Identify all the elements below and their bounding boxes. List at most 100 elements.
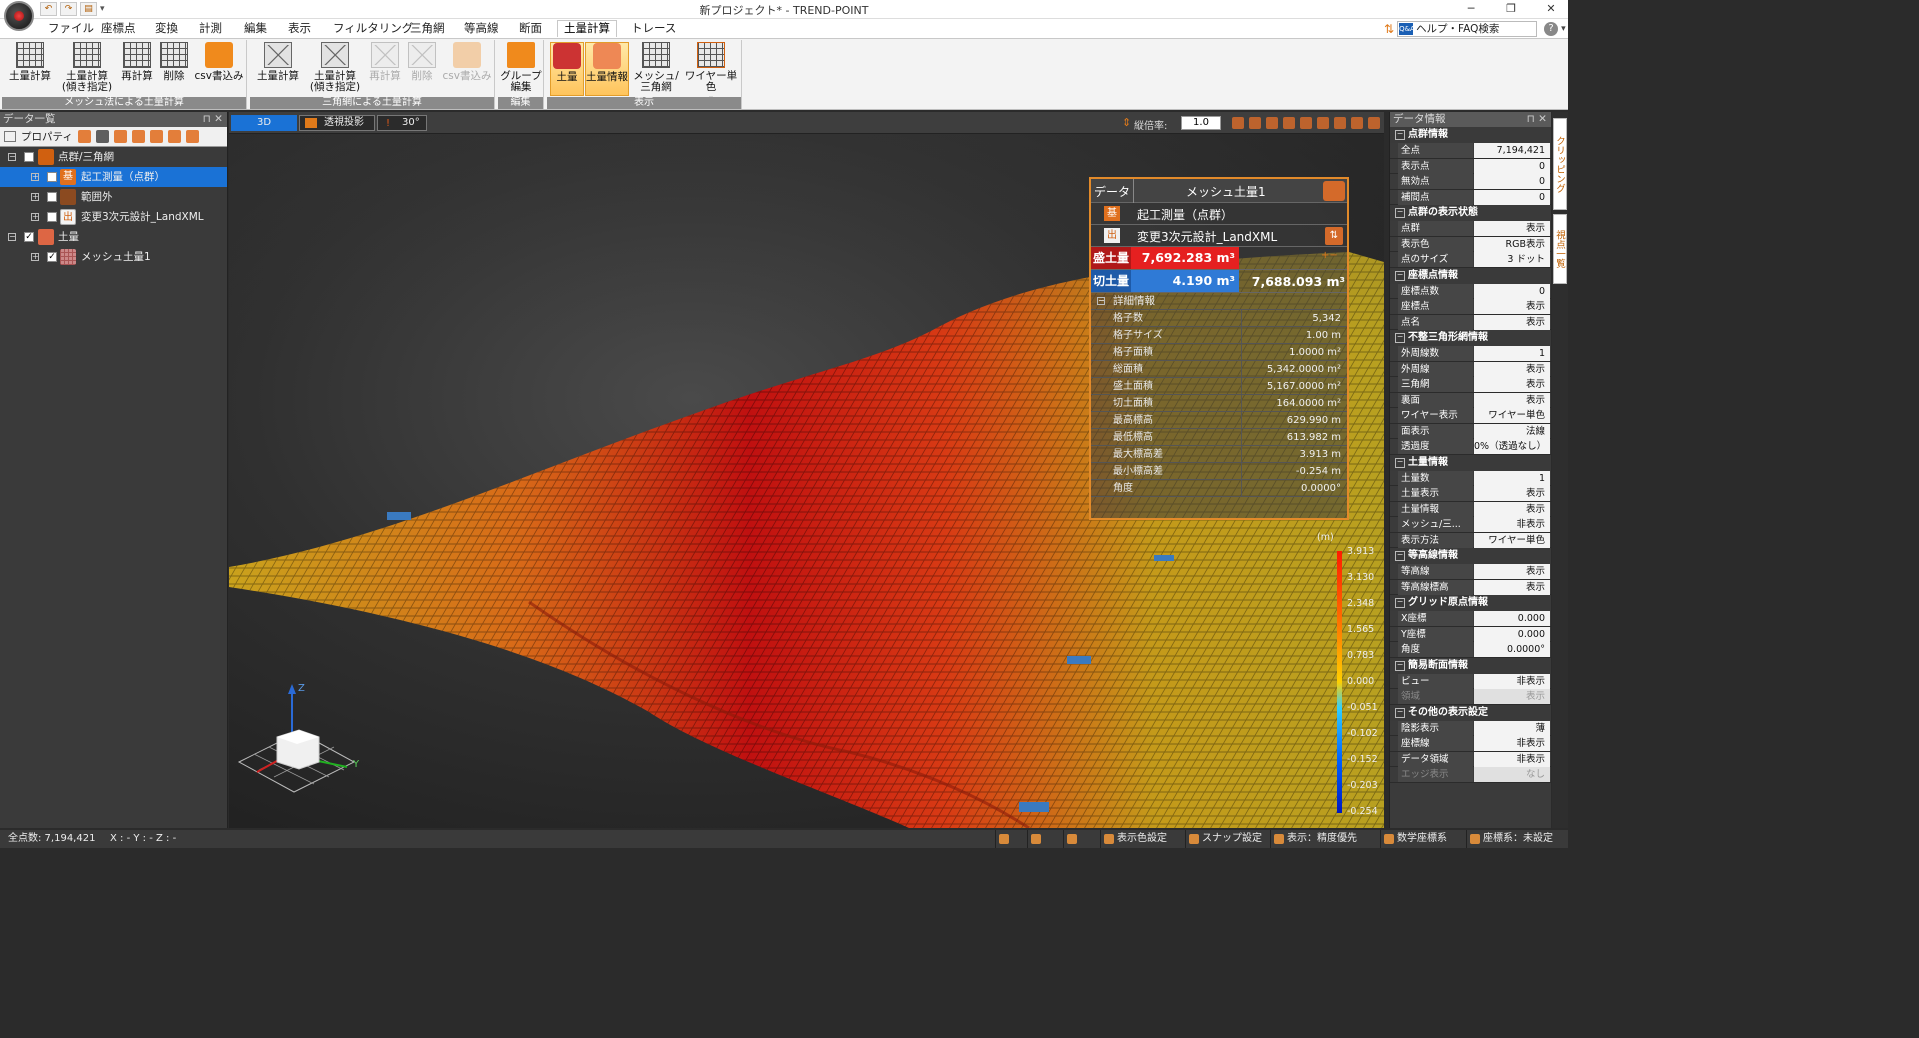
property-value[interactable]: 表示 xyxy=(1474,314,1550,330)
tree-row-survey-pointcloud[interactable]: + 基 起工測量（点群） xyxy=(0,167,227,187)
property-value[interactable]: 非表示 xyxy=(1474,673,1550,689)
section-header[interactable]: 点群の表示状態 xyxy=(1390,205,1551,221)
menu-file[interactable]: ファイル xyxy=(42,21,100,38)
color-icon[interactable] xyxy=(77,130,91,143)
tri-delete-button[interactable]: 削除 xyxy=(405,42,439,82)
property-row[interactable]: 陰影表示薄 xyxy=(1390,720,1551,736)
menu-edit[interactable]: 編集 xyxy=(238,21,273,38)
measure-icon[interactable] xyxy=(1368,117,1380,129)
front-view-icon[interactable] xyxy=(1266,117,1278,129)
property-row[interactable]: 三角網 表示 xyxy=(1390,377,1551,393)
tree-row-design-landxml[interactable]: + 出 変更3次元設計_LandXML xyxy=(0,207,227,227)
eye-icon[interactable] xyxy=(995,830,1025,848)
property-value[interactable]: 表示 xyxy=(1474,689,1550,704)
property-value[interactable]: 非表示 xyxy=(1474,517,1550,532)
property-value[interactable]: なし xyxy=(1474,767,1550,782)
pen-icon[interactable] xyxy=(95,130,109,143)
property-value[interactable]: 表示 xyxy=(1474,579,1550,595)
tri-recalc-button[interactable]: 再計算 xyxy=(366,42,404,82)
menu-contour[interactable]: 等高線 xyxy=(458,21,505,38)
property-row[interactable]: 表示点 0 xyxy=(1390,158,1551,174)
mesh-delete-button[interactable]: 削除 xyxy=(157,42,191,82)
property-value[interactable]: 表示 xyxy=(1474,377,1550,392)
minimize-icon[interactable]: ─ xyxy=(1456,0,1486,18)
visibility-checkbox[interactable]: ✓ xyxy=(47,252,57,262)
mesh-csv-button[interactable]: csv書込み xyxy=(193,42,245,82)
property-row[interactable]: ワイヤー表示 ワイヤー単色 xyxy=(1390,408,1551,424)
panel-pin-close-icon[interactable]: ⊓ ✕ xyxy=(203,112,223,127)
property-row[interactable]: 土量数 1 xyxy=(1390,470,1551,486)
menu-earthwork[interactable]: 土量計算 xyxy=(557,20,617,37)
property-row[interactable]: 角度 0.0000° xyxy=(1390,642,1551,658)
property-row[interactable]: 点のサイズ 3 ドット xyxy=(1390,252,1551,268)
bottom-view-icon[interactable] xyxy=(1334,117,1346,129)
section-header[interactable]: 不整三角形網情報 xyxy=(1390,330,1551,346)
property-value[interactable]: 7,194,421 xyxy=(1474,143,1550,158)
property-row[interactable]: データ領域 非表示 xyxy=(1390,751,1551,767)
property-row[interactable]: 土量情報 表示 xyxy=(1390,501,1551,517)
tri-calc-slope-button[interactable]: 土量計算 (傾き指定) xyxy=(306,42,364,93)
menu-section[interactable]: 断面 xyxy=(513,21,548,38)
property-row[interactable]: 等高線標高 表示 xyxy=(1390,579,1551,595)
perspective-button[interactable]: 透視投影 xyxy=(299,115,375,131)
property-value[interactable]: 0.000 xyxy=(1474,611,1550,626)
property-row[interactable]: 外周線 表示 xyxy=(1390,361,1551,377)
maximize-icon[interactable]: ❐ xyxy=(1496,0,1526,18)
property-row[interactable]: X座標 0.000 xyxy=(1390,611,1551,627)
property-value[interactable]: 表示 xyxy=(1474,361,1550,377)
property-row[interactable]: 座標点 表示 xyxy=(1390,299,1551,315)
property-row[interactable]: 全点 7,194,421 xyxy=(1390,143,1551,159)
display-color-setting[interactable]: 表示色設定 xyxy=(1100,830,1167,848)
property-row[interactable]: 表示色 RGB表示 xyxy=(1390,236,1551,252)
menu-trace[interactable]: トレース xyxy=(625,21,682,38)
property-row[interactable]: 点群 表示 xyxy=(1390,221,1551,237)
property-value[interactable]: 非表示 xyxy=(1474,751,1550,767)
property-value[interactable]: RGB表示 xyxy=(1474,236,1550,252)
back-view-icon[interactable] xyxy=(1283,117,1295,129)
visibility-checkbox[interactable] xyxy=(47,212,57,222)
left-view-icon[interactable] xyxy=(1300,117,1312,129)
collapse-toggle-icon[interactable]: − xyxy=(1097,297,1105,305)
view-3d-button[interactable]: 3D xyxy=(231,115,297,131)
property-value[interactable]: 0 xyxy=(1474,189,1550,205)
expand-toggle-icon[interactable]: + xyxy=(31,193,39,201)
lock-icon[interactable] xyxy=(1063,830,1097,848)
tri-calc-button[interactable]: 土量計算 xyxy=(254,42,302,82)
property-value[interactable]: 0 xyxy=(1474,174,1550,189)
display-accuracy[interactable]: 表示：精度優先 xyxy=(1270,830,1357,848)
property-row[interactable]: ビュー 非表示 xyxy=(1390,673,1551,689)
property-value[interactable]: 0 xyxy=(1474,283,1550,299)
top-view-icon[interactable] xyxy=(1249,117,1261,129)
help-icon[interactable]: ? xyxy=(1544,21,1559,36)
section-header[interactable]: 土量情報 xyxy=(1390,454,1551,471)
section-header[interactable]: 点群情報 xyxy=(1390,127,1551,143)
sort-icon[interactable]: ⇅ xyxy=(1384,22,1394,36)
property-value[interactable]: 表示 xyxy=(1474,299,1550,314)
help-search-input[interactable]: Q&A ヘルプ・FAQ検索 xyxy=(1397,20,1538,37)
property-value[interactable]: ワイヤー単色 xyxy=(1474,532,1550,548)
tree-row-earthwork-group[interactable]: − ✓ 土量 xyxy=(0,227,227,247)
tree-row-out-of-range[interactable]: + 範囲外 xyxy=(0,187,227,207)
property-row[interactable]: 座標点数 0 xyxy=(1390,283,1551,299)
property-value[interactable]: 0.000 xyxy=(1474,626,1550,642)
section-header[interactable]: グリッド原点情報 xyxy=(1390,595,1551,611)
property-row[interactable]: 透過度 0%（透過なし） xyxy=(1390,439,1551,455)
tree-row-mesh-earthwork-1[interactable]: + ✓ メッシュ土量1 xyxy=(0,247,227,267)
angle-button[interactable]: ! 30° xyxy=(377,115,427,131)
property-value[interactable]: 薄 xyxy=(1474,720,1550,736)
rotate-icon[interactable] xyxy=(1351,117,1363,129)
property-value[interactable]: 0%（透過なし） xyxy=(1474,439,1550,454)
menu-triangle-mesh[interactable]: 三角網 xyxy=(404,21,451,38)
right-view-icon[interactable] xyxy=(1317,117,1329,129)
property-row[interactable]: 座標線 非表示 xyxy=(1390,736,1551,752)
home-view-icon[interactable] xyxy=(1232,117,1244,129)
property-value[interactable]: 1 xyxy=(1474,346,1550,361)
property-button[interactable]: プロパティ xyxy=(21,129,73,144)
property-value[interactable]: 0 xyxy=(1474,158,1550,174)
display-mesh-tri-button[interactable]: メッシュ/ 三角網 xyxy=(633,42,679,93)
property-value[interactable]: 表示 xyxy=(1474,501,1550,517)
property-row[interactable]: 領域 表示 xyxy=(1390,689,1551,705)
display-earthwork-info-button[interactable]: 土量情報 xyxy=(585,42,629,96)
property-row[interactable]: 等高線 表示 xyxy=(1390,564,1551,580)
property-value[interactable]: 3 ドット xyxy=(1474,252,1550,267)
